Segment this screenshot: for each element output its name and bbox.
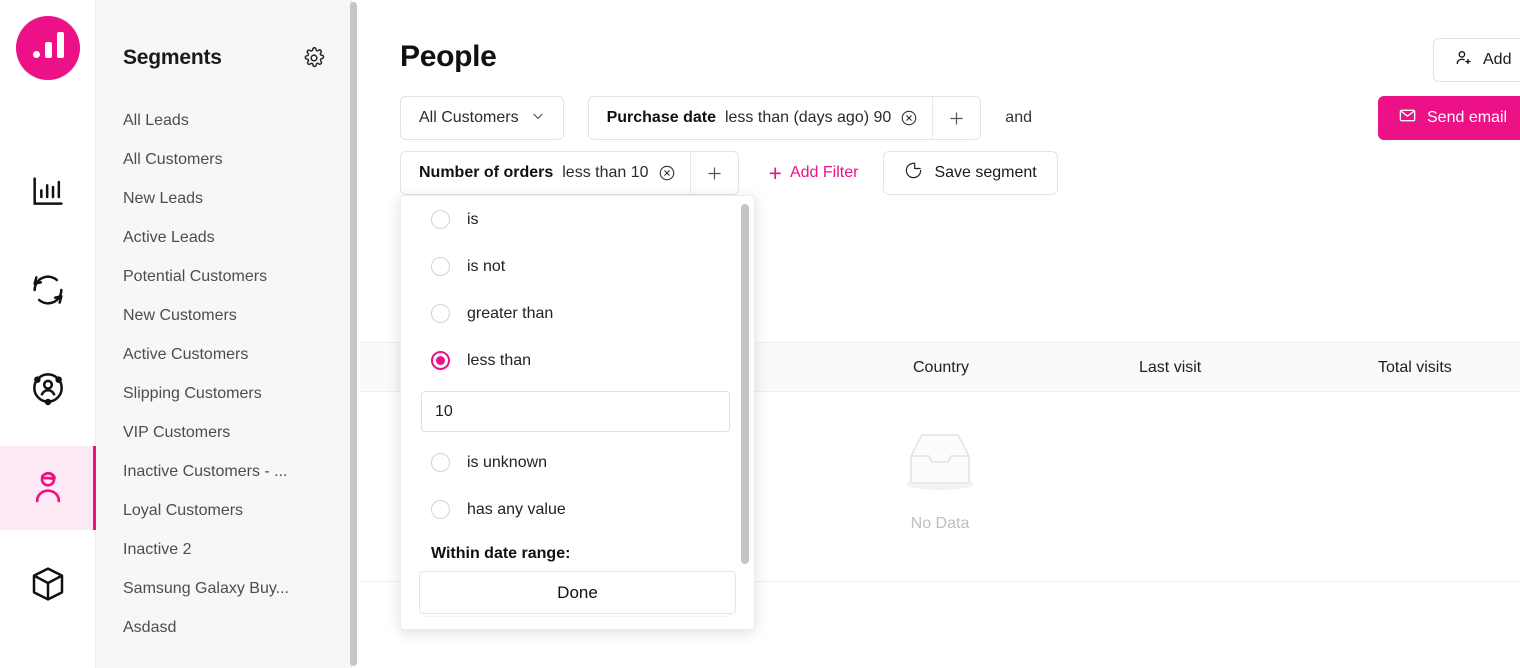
option-is-unknown[interactable]: is unknown [401,439,754,486]
sync-refresh-icon [28,270,68,315]
envelope-icon [1398,106,1417,130]
filter-chip-number-of-orders-add[interactable] [689,152,738,194]
date-range-label: Within date range: [431,545,571,562]
add-person-icon [1454,48,1473,72]
radio-is-unknown[interactable] [431,453,450,472]
audience-select[interactable]: All Customers [400,96,564,140]
sidebar-item-potential-customers[interactable]: Potential Customers [96,257,351,296]
logo-bar-1 [32,51,40,58]
filter-row-2: Number of orders less than 10 + Add Filt… [400,151,1058,195]
filter-chip-purchase-date-condition: less than (days ago) 90 [724,109,892,126]
option-is-unknown-label: is unknown [467,453,548,471]
rail-item-audience[interactable] [0,348,96,432]
option-has-any-value-label: has any value [467,500,566,518]
sidebar-item-all-customers[interactable]: All Customers [96,140,351,179]
close-circle-icon[interactable] [900,109,918,127]
value-input-value: 10 [435,402,453,420]
gear-icon[interactable] [303,47,325,69]
save-segment-label: Save segment [934,164,1037,181]
radio-is[interactable] [431,210,450,229]
empty-state-label: No Data [910,515,970,532]
option-greater-than-label: greater than [467,304,554,322]
filter-row-1: All Customers Purchase date less than (d… [400,96,1032,140]
audience-select-value: All Customers [419,109,519,126]
filter-chip-purchase-date-body[interactable]: Purchase date less than (days ago) 90 [589,97,933,139]
table-column-last-visit[interactable]: Last visit [1139,359,1201,377]
table-column-total-visits[interactable]: Total visits [1378,359,1452,377]
segments-sidebar: Segments All Leads All Customers New Lea… [96,0,352,668]
pie-chart-icon [904,161,923,185]
filter-chip-purchase-date: Purchase date less than (days ago) 90 [587,96,982,140]
add-filter-label: Add Filter [789,163,859,181]
filter-chip-number-of-orders-condition: less than 10 [562,164,649,181]
filter-chip-purchase-date-field: Purchase date [606,109,716,126]
sidebar-item-loyal-customers[interactable]: Loyal Customers [96,491,351,530]
app-logo[interactable] [16,16,80,80]
sidebar-scrollbar[interactable] [350,2,357,666]
sidebar-item-vip-customers[interactable]: VIP Customers [96,413,351,452]
sidebar-item-active-leads[interactable]: Active Leads [96,218,351,257]
sidebar-item-slipping-customers[interactable]: Slipping Customers [96,374,351,413]
option-greater-than[interactable]: greater than [401,290,754,337]
logo-bar-2 [44,42,52,58]
sidebar-item-all-leads[interactable]: All Leads [96,101,351,140]
package-cube-icon [28,564,68,609]
close-circle-icon[interactable] [658,164,676,182]
chevron-down-icon [531,109,545,128]
rail-item-sync[interactable] [0,250,96,334]
option-is-not[interactable]: is not [401,243,754,290]
filter-chip-number-of-orders: Number of orders less than 10 [400,151,739,195]
table-column-country[interactable]: Country [913,359,969,377]
option-less-than[interactable]: less than [401,337,754,384]
segments-header: Segments [96,0,351,70]
radio-has-any-value[interactable] [431,500,450,519]
done-button[interactable]: Done [419,571,736,614]
filter-conjunction: and [1005,109,1032,126]
rail-item-analytics[interactable] [0,152,96,236]
app-root: Segments All Leads All Customers New Lea… [0,0,1520,668]
sidebar-item-asdasd[interactable]: Asdasd [96,608,351,647]
filter-condition-popup: is is not greater than less than 10 is u… [400,195,755,630]
plus-icon: + [768,159,782,186]
add-person-label: Add [1483,51,1512,68]
rail-item-products[interactable] [0,544,96,628]
sidebar-item-samsung-galaxy-buyers[interactable]: Samsung Galaxy Buy... [96,569,351,608]
people-network-icon [28,368,68,413]
radio-is-not[interactable] [431,257,450,276]
logo-bar-3 [56,32,64,58]
empty-inbox-icon [894,430,986,501]
icon-rail [0,0,96,668]
radio-greater-than[interactable] [431,304,450,323]
option-is-not-label: is not [467,257,506,275]
segments-title: Segments [123,46,222,69]
save-segment-button[interactable]: Save segment [883,151,1058,195]
sidebar-item-new-customers[interactable]: New Customers [96,296,351,335]
sidebar-item-active-customers[interactable]: Active Customers [96,335,351,374]
send-email-label: Send email [1427,109,1508,126]
filter-chip-purchase-date-add[interactable] [932,97,980,139]
option-is-label: is [467,210,479,228]
option-is[interactable]: is [401,196,754,243]
rail-item-people[interactable] [0,446,96,530]
segments-list: All Leads All Customers New Leads Active… [96,101,351,647]
radio-less-than[interactable] [431,351,450,370]
option-has-any-value[interactable]: has any value [401,486,754,533]
filter-chip-number-of-orders-field: Number of orders [419,164,554,181]
send-email-button[interactable]: Send email [1378,96,1520,140]
add-person-button[interactable]: Add [1433,38,1520,82]
option-less-than-label: less than [467,351,532,369]
add-filter-button[interactable]: + Add Filter [768,159,859,186]
popup-scrollbar[interactable] [741,204,749,564]
filter-chip-number-of-orders-body[interactable]: Number of orders less than 10 [401,152,690,194]
value-input[interactable]: 10 [421,391,730,432]
sidebar-item-inactive-2[interactable]: Inactive 2 [96,530,351,569]
main-content: People Add Send email All Customers Purc… [360,0,1520,668]
person-customer-icon [28,466,68,511]
sidebar-item-new-leads[interactable]: New Leads [96,179,351,218]
page-title: People [400,40,497,73]
bar-chart-icon [28,172,68,217]
sidebar-item-inactive-customers[interactable]: Inactive Customers - ... [96,452,351,491]
